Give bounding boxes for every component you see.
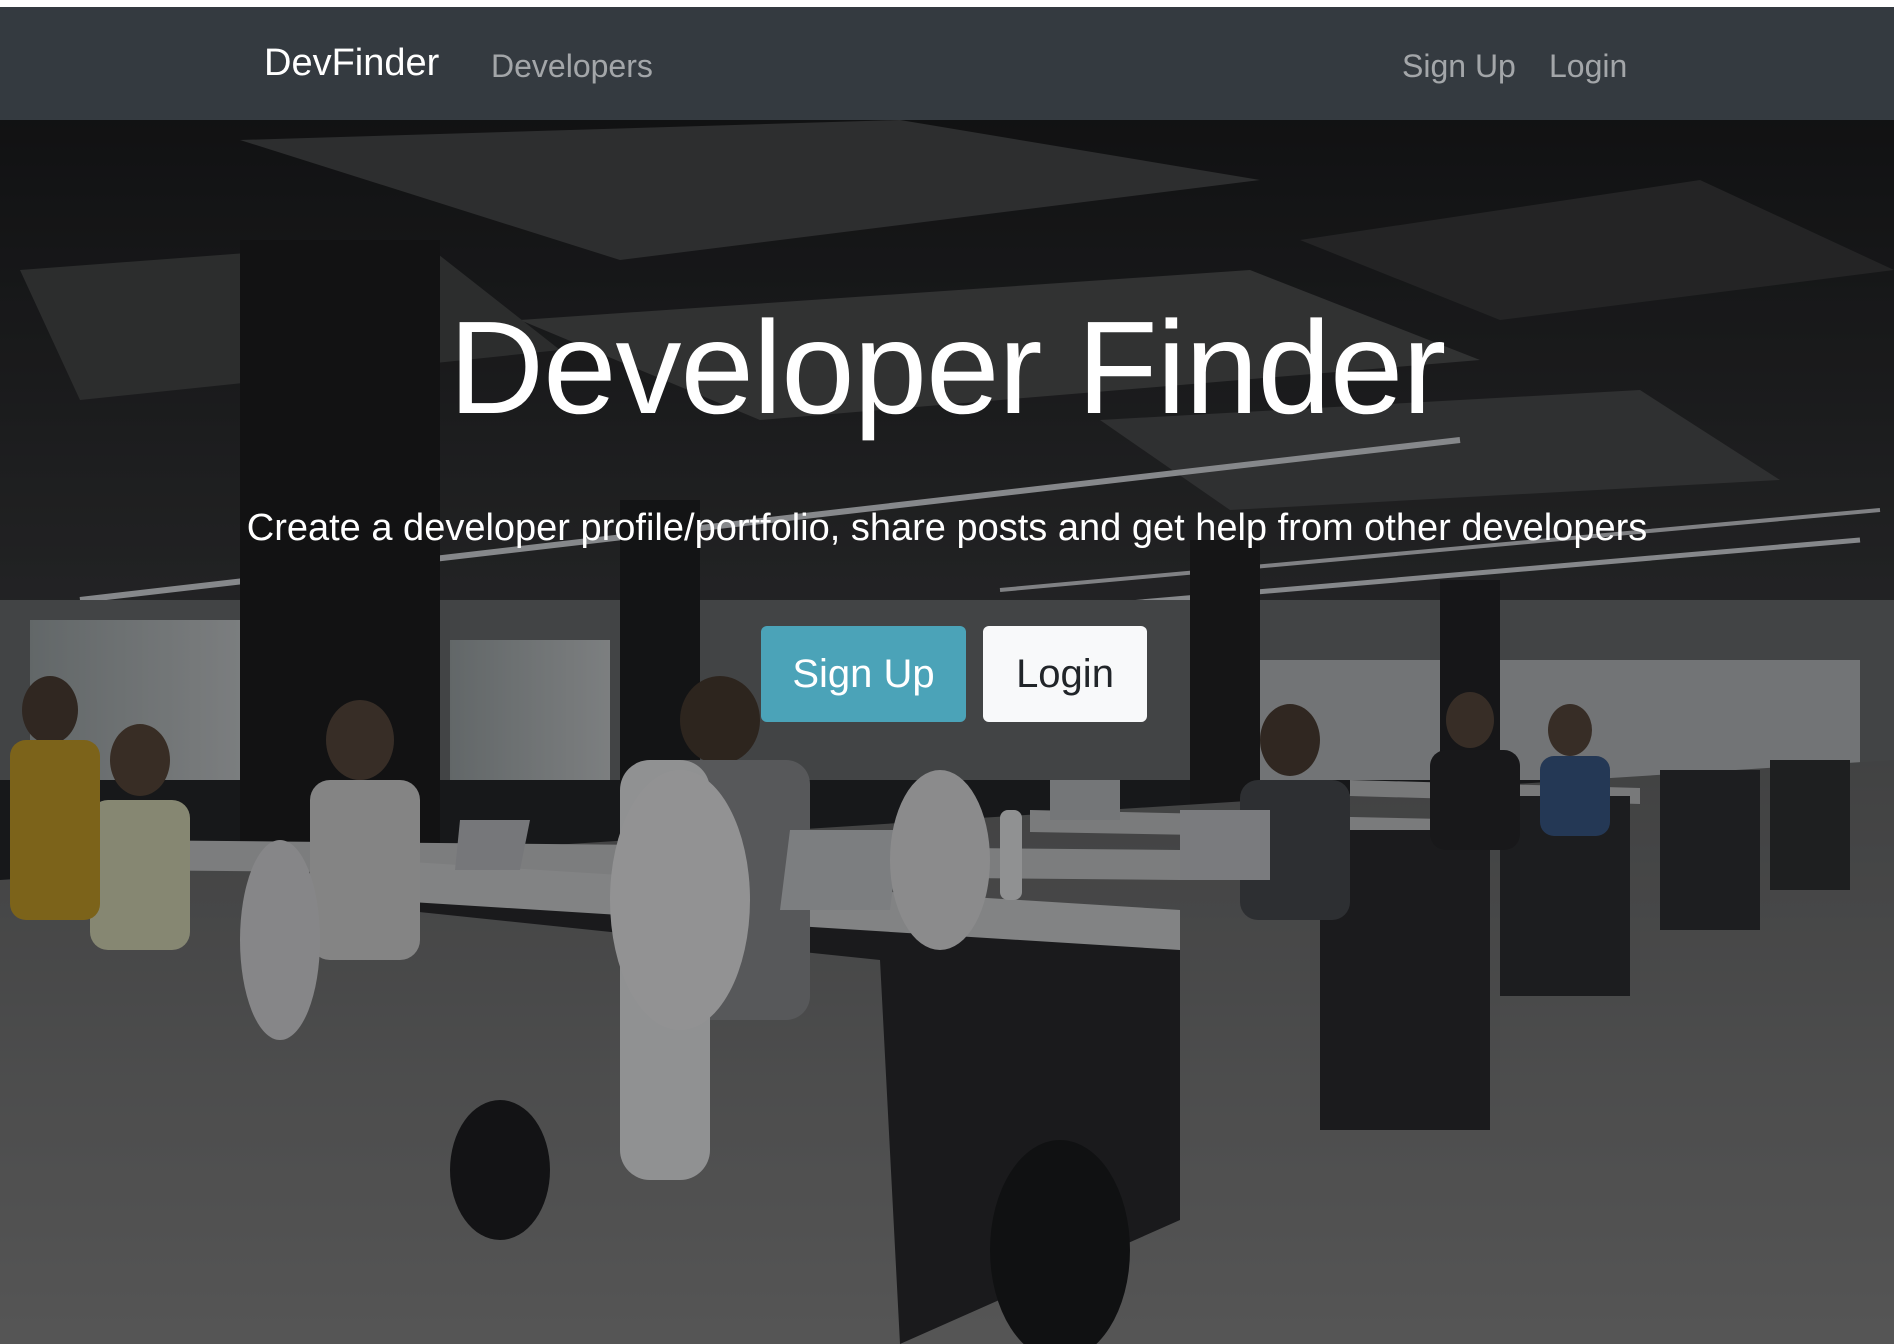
sign-up-button[interactable]: Sign Up — [761, 626, 966, 722]
login-button[interactable]: Login — [983, 626, 1147, 722]
nav-link-sign-up[interactable]: Sign Up — [1402, 48, 1516, 84]
nav-link-login[interactable]: Login — [1549, 48, 1627, 84]
nav-link-developers[interactable]: Developers — [491, 48, 653, 84]
hero-section: Developer Finder Create a developer prof… — [0, 120, 1894, 1344]
top-strip — [0, 0, 1894, 7]
landing-page: DevFinder Developers Sign Up Login Devel… — [0, 0, 1894, 1344]
hero-lead-text: Create a developer profile/portfolio, sh… — [246, 507, 1648, 549]
hero-title: Developer Finder — [448, 294, 1447, 441]
brand-logo-link[interactable]: DevFinder — [264, 42, 439, 85]
navbar: DevFinder Developers Sign Up Login — [0, 7, 1894, 120]
